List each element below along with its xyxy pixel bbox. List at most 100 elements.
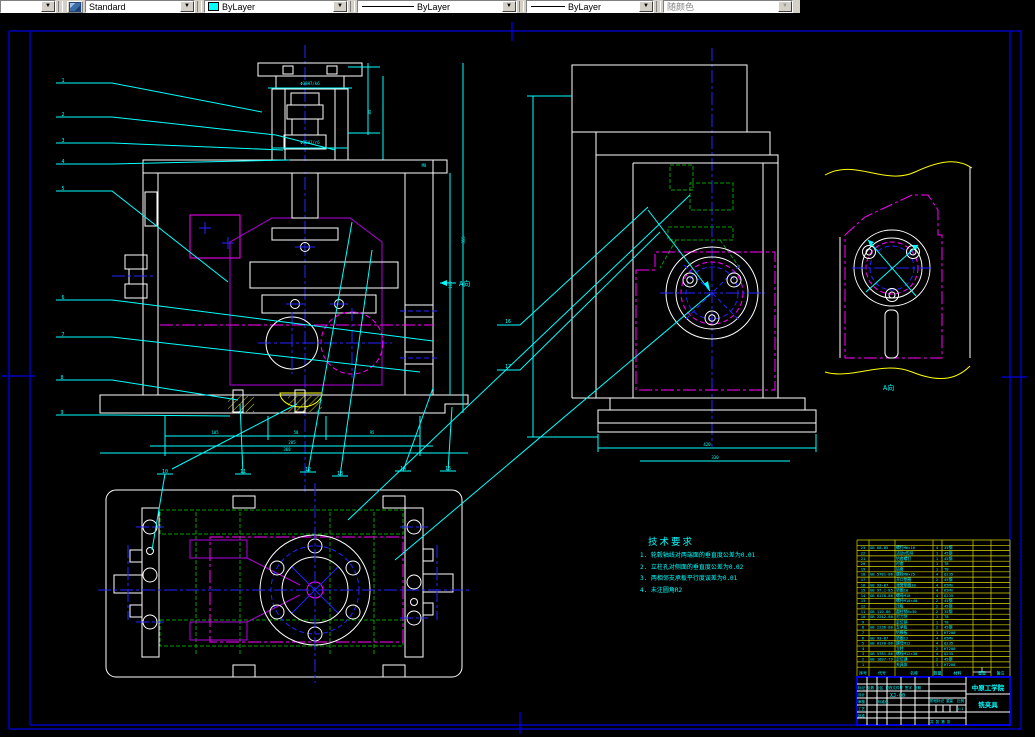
tb-part-title: 铣夹具 bbox=[978, 700, 998, 709]
chevron-down-icon: ▼ bbox=[778, 1, 792, 12]
bom-cell-no: 2 bbox=[862, 657, 864, 662]
dim-label: 95 bbox=[370, 430, 375, 435]
bom-cell-no: 14 bbox=[861, 593, 866, 598]
bom-cell-no: 17 bbox=[861, 577, 866, 582]
view-a-direction: A向 bbox=[825, 162, 972, 392]
toolbar-separator bbox=[350, 1, 355, 12]
bom-cell-material: 45钢 bbox=[944, 577, 953, 582]
bom-cell-qty: 2 bbox=[936, 625, 938, 630]
dim-label: 58 bbox=[294, 430, 299, 435]
bom-cell-name: 对刀块 bbox=[896, 614, 908, 619]
top-toolbar: ▼ Standard ▼ ByLayer ▼ ByLayer ▼ ByLayer… bbox=[0, 0, 800, 13]
bom-cell-name: 螺钉M6×16 bbox=[896, 545, 916, 550]
tb-std: 标准化 bbox=[878, 699, 889, 704]
dim-label: Φ35H7/r6 bbox=[300, 140, 320, 145]
bom-cell-name: 螺杆M10×40 bbox=[896, 598, 918, 603]
bom-cell-qty: 4 bbox=[936, 593, 939, 598]
linetype-combo[interactable]: ByLayer ▼ bbox=[357, 0, 517, 13]
bom-cell-code: GB 93-87 bbox=[870, 635, 888, 640]
chevron-down-icon[interactable]: ▼ bbox=[333, 1, 347, 12]
bom-cell-qty: 4 bbox=[936, 572, 939, 577]
bom-cell-name: 夹具体 bbox=[896, 662, 908, 667]
dim-label: 368 bbox=[283, 447, 291, 452]
partial-combo[interactable]: ▼ bbox=[0, 0, 56, 13]
linetype-sample bbox=[362, 6, 414, 7]
chevron-down-icon[interactable]: ▼ bbox=[639, 1, 653, 12]
bom-cell-name: 衬套 bbox=[896, 561, 904, 566]
bom-cell-material: 45钢 bbox=[944, 556, 953, 561]
bom-cell-material: 35钢 bbox=[944, 609, 953, 614]
lineweight-combo[interactable]: ByLayer ▼ bbox=[526, 0, 654, 13]
bom-cell-code: GB 119-86 bbox=[870, 609, 891, 614]
bom-cell-qty: 2 bbox=[936, 646, 938, 651]
bom-cell-material: T8 bbox=[944, 614, 949, 619]
color-swatch-cyan bbox=[208, 2, 219, 11]
color-combo[interactable]: ByLayer ▼ bbox=[204, 0, 348, 13]
bom-cell-material: T8 bbox=[944, 566, 949, 571]
bom-cell-no: 6 bbox=[862, 635, 865, 640]
bom-cell-code: GB 6170-86 bbox=[870, 641, 894, 646]
plotstyle-combo: 随颜色 ▼ bbox=[663, 0, 793, 13]
tech-req-item: 2. 立柱孔对侧面的垂直度公差为0.02 bbox=[640, 563, 744, 571]
tech-req-item: 4. 未注圆角R2 bbox=[640, 586, 682, 594]
toolbar-separator bbox=[58, 1, 63, 12]
bom-cell-name: 活动V形块 bbox=[896, 551, 914, 556]
bom-cell-name: 螺母M10 bbox=[896, 593, 911, 598]
bom-cell-name: 开口垫圈 bbox=[896, 577, 911, 582]
bom-header-cell: 数量 bbox=[934, 670, 942, 676]
toolbar-separator bbox=[197, 1, 202, 12]
balloon-label: 7 bbox=[61, 332, 64, 338]
view-a-arrow-label: A向 bbox=[459, 279, 470, 288]
bom-cell-name: 螺栓M8×25 bbox=[896, 572, 915, 577]
lineweight-combo-value: ByLayer bbox=[565, 2, 601, 12]
bom-cell-no: 20 bbox=[861, 561, 866, 566]
bom-cell-material: 65Mn bbox=[944, 582, 953, 587]
bom-cell-material: 45钢 bbox=[944, 657, 953, 662]
view-front-section: A向 bbox=[100, 45, 470, 492]
bom-cell-qty: 1 bbox=[936, 662, 939, 667]
bom-cell-material: Q235 bbox=[944, 593, 953, 598]
bom-cell-no: 4 bbox=[862, 646, 865, 651]
bom-cell-material: Q235 bbox=[944, 572, 953, 577]
bom-cell-name: 钻模板 bbox=[896, 630, 908, 635]
tech-req-title: 技术要求 bbox=[648, 536, 694, 548]
view-a-title: A向 bbox=[883, 383, 894, 392]
style-icon bbox=[69, 2, 81, 12]
dim-label: 160 bbox=[448, 281, 453, 289]
dim-label: Φ38H7/k6 bbox=[300, 81, 320, 86]
balloon-label: 1 bbox=[61, 78, 64, 84]
bom-cell-no: 16 bbox=[861, 582, 866, 587]
bom-cell-qty: 2 bbox=[936, 598, 938, 603]
bom-cell-qty: 2 bbox=[936, 609, 938, 614]
text-style-button[interactable] bbox=[67, 1, 83, 13]
bom-cell-qty: 2 bbox=[936, 577, 938, 582]
dim-label: M8 bbox=[422, 163, 427, 168]
bom-cell-no: 9 bbox=[862, 619, 865, 624]
bom-cell-qty: 1 bbox=[936, 556, 939, 561]
style-combo[interactable]: Standard ▼ bbox=[85, 0, 195, 13]
bom-cell-material: HT200 bbox=[944, 646, 956, 651]
balloon-label: 13 bbox=[337, 471, 343, 477]
drawing-canvas[interactable]: .w{stroke:#fff;fill:none;stroke-width:1}… bbox=[0, 13, 1035, 737]
bom-header-cell: 名称 bbox=[910, 670, 918, 676]
balloon-label: 4 bbox=[61, 159, 64, 165]
dim-label: 420 bbox=[703, 442, 711, 447]
chevron-down-icon[interactable]: ▼ bbox=[502, 1, 516, 12]
bom-cell-code: GB 2236-80 bbox=[870, 625, 894, 630]
bom-cell-no: 15 bbox=[861, 588, 866, 593]
bom-cell-name: 支承板 bbox=[896, 625, 908, 630]
balloon-label: 14 bbox=[400, 466, 406, 472]
balloon-label: 10 bbox=[162, 469, 168, 475]
bom-cell-name: 立柱 bbox=[896, 646, 904, 651]
balloon-label: 16 bbox=[505, 319, 511, 325]
bom-cell-qty: 1 bbox=[936, 619, 939, 624]
bom-cell-code: GB 6170-86 bbox=[870, 593, 894, 598]
dim-label: 105 bbox=[211, 430, 219, 435]
tb-design: 设计 bbox=[858, 692, 866, 697]
bom-cell-no: 21 bbox=[861, 556, 866, 561]
bom-cell-name: 定位键 bbox=[896, 657, 908, 662]
chevron-down-icon[interactable]: ▼ bbox=[180, 1, 194, 12]
chevron-down-icon[interactable]: ▼ bbox=[41, 1, 55, 12]
tb-check: 审核 bbox=[858, 699, 866, 704]
bom-cell-name: 弹簧垫圈10 bbox=[896, 582, 916, 587]
